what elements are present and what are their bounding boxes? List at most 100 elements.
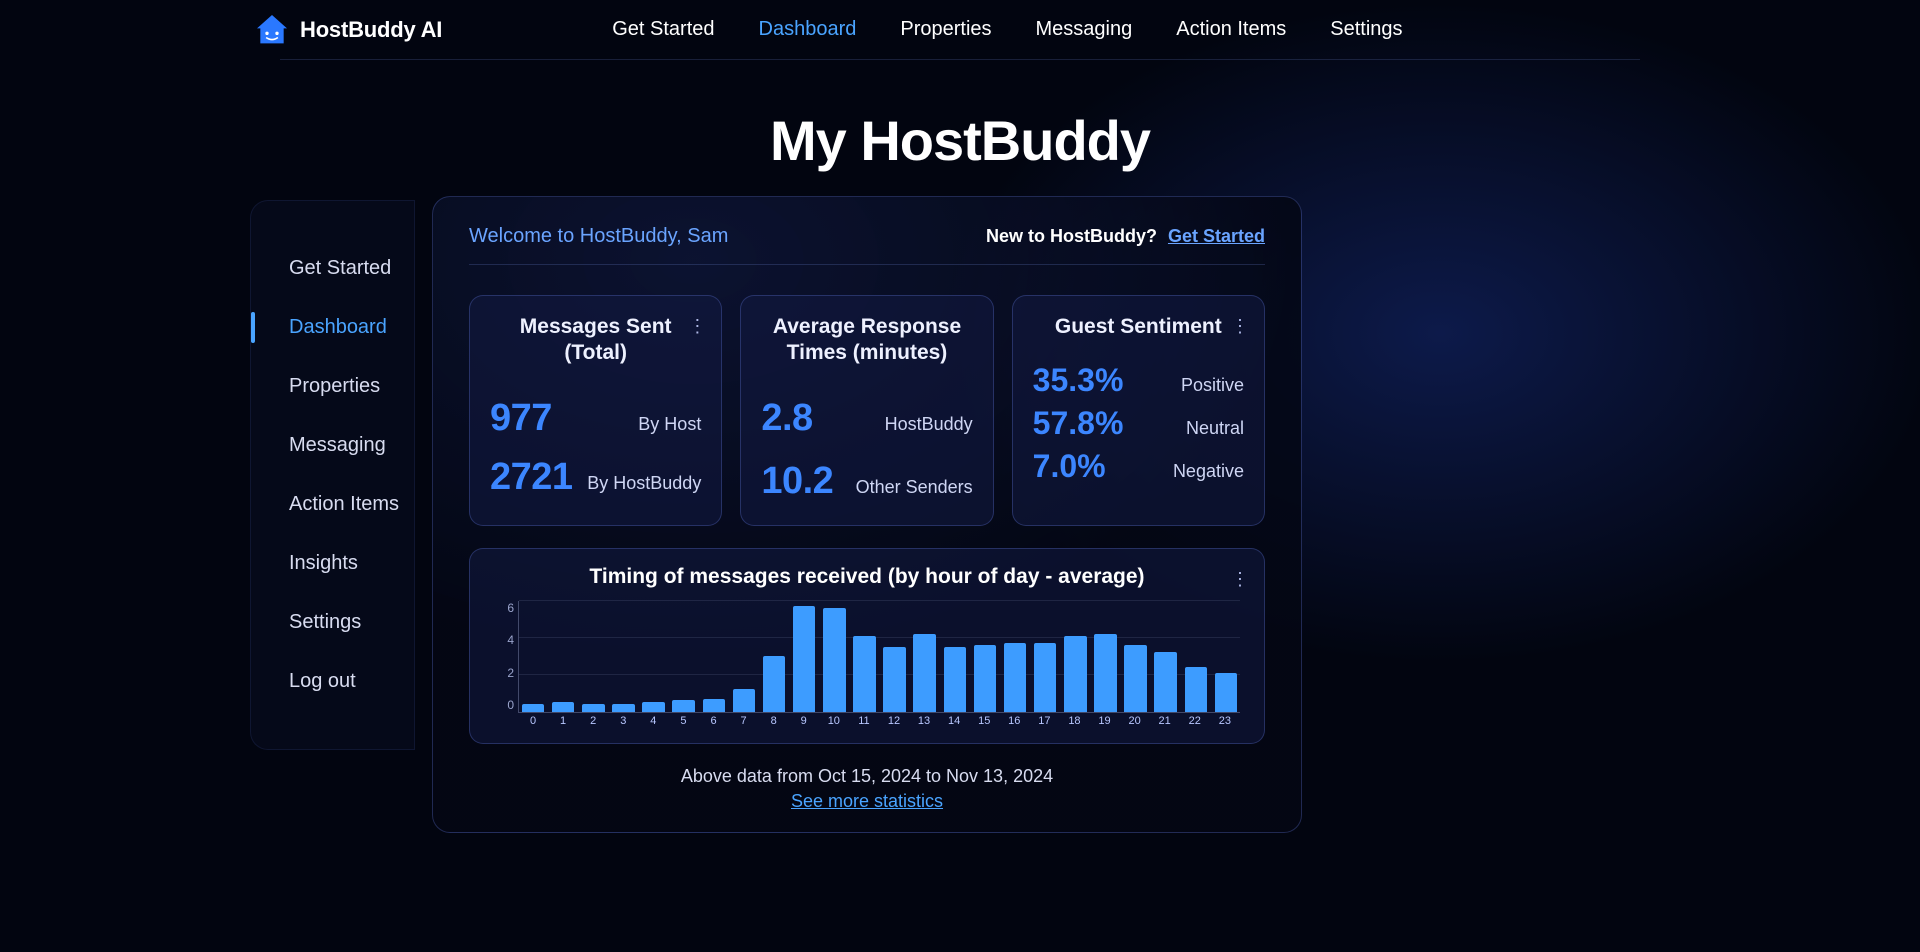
sidebar-item-settings[interactable]: Settings	[251, 593, 414, 652]
topnav-item-get-started[interactable]: Get Started	[612, 18, 714, 41]
x-tick: 3	[608, 715, 638, 731]
x-tick: 4	[638, 715, 668, 731]
bar-col	[911, 601, 939, 712]
card-timing-chart: Timing of messages received (by hour of …	[469, 548, 1265, 744]
stat-line: 35.3%Positive	[1033, 362, 1244, 399]
y-tick: 2	[507, 666, 514, 680]
sidebar: Get StartedDashboardPropertiesMessagingA…	[250, 200, 415, 750]
topbar: HostBuddy AI Get Started Dashboard Propert…	[280, 0, 1640, 60]
bar	[974, 645, 997, 712]
bar	[522, 704, 545, 711]
x-tick: 0	[518, 715, 548, 731]
sidebar-item-messaging[interactable]: Messaging	[251, 416, 414, 475]
x-tick: 8	[759, 715, 789, 731]
stat-value: 2721	[490, 456, 573, 499]
stat-label: HostBuddy	[885, 414, 973, 435]
bar	[823, 608, 846, 712]
bar-col	[549, 601, 577, 712]
card-title: Messages Sent (Total)	[490, 314, 701, 367]
see-more-statistics-link[interactable]: See more statistics	[469, 791, 1265, 812]
welcome-text: Welcome to HostBuddy, Sam	[469, 225, 728, 248]
bar	[552, 702, 575, 711]
sidebar-item-action-items[interactable]: Action Items	[251, 475, 414, 534]
brand-name: HostBuddy AI	[300, 17, 442, 43]
bar	[1064, 636, 1087, 712]
x-tick: 18	[1059, 715, 1089, 731]
bar	[763, 656, 786, 712]
topnav-item-dashboard[interactable]: Dashboard	[759, 18, 857, 41]
stat-label: Negative	[1173, 461, 1244, 482]
bar-col	[640, 601, 668, 712]
card-avg-response: Average Response Times (minutes) 2.8Host…	[740, 295, 993, 526]
y-tick: 0	[507, 698, 514, 712]
bar-col	[1212, 601, 1240, 712]
bar	[733, 689, 756, 711]
stat-label: Positive	[1181, 375, 1244, 396]
x-tick: 1	[548, 715, 578, 731]
bar	[1124, 645, 1147, 712]
x-tick: 10	[819, 715, 849, 731]
x-tick: 12	[879, 715, 909, 731]
x-tick: 17	[1029, 715, 1059, 731]
bar	[642, 702, 665, 711]
bar	[913, 634, 936, 712]
bar	[1185, 667, 1208, 711]
main-panel: Welcome to HostBuddy, Sam New to HostBud…	[432, 196, 1302, 833]
stat-value: 7.0%	[1033, 448, 1106, 485]
topnav: Get Started Dashboard Properties Messaging A…	[612, 18, 1402, 41]
brand-logo[interactable]: HostBuddy AI	[252, 10, 442, 50]
sidebar-item-properties[interactable]: Properties	[251, 357, 414, 416]
get-started-link[interactable]: Get Started	[1168, 226, 1265, 246]
topnav-item-messaging[interactable]: Messaging	[1036, 18, 1133, 41]
x-tick: 15	[969, 715, 999, 731]
x-tick: 14	[939, 715, 969, 731]
stat-label: Neutral	[1186, 418, 1244, 439]
kebab-icon[interactable]: ⋮	[1231, 316, 1250, 337]
x-tick: 6	[698, 715, 728, 731]
bar	[1215, 673, 1238, 712]
stat-line: 10.2 Other Senders	[761, 460, 972, 503]
bar-col	[971, 601, 999, 712]
welcome-row: Welcome to HostBuddy, Sam New to HostBud…	[469, 225, 1265, 265]
bar	[1154, 652, 1177, 711]
sidebar-item-log-out[interactable]: Log out	[251, 652, 414, 711]
sidebar-item-dashboard[interactable]: Dashboard	[251, 298, 414, 357]
bar	[883, 647, 906, 712]
kebab-icon[interactable]: ⋮	[688, 316, 707, 337]
topnav-item-properties[interactable]: Properties	[900, 18, 991, 41]
bar-col	[730, 601, 758, 712]
kebab-icon[interactable]: ⋮	[1231, 569, 1250, 590]
bar	[672, 700, 695, 711]
bar-col	[850, 601, 878, 712]
stat-value: 57.8%	[1033, 405, 1124, 442]
bar-col	[519, 601, 547, 712]
sidebar-item-get-started[interactable]: Get Started	[251, 239, 414, 298]
x-tick: 11	[849, 715, 879, 731]
stat-line: 2.8 HostBuddy	[761, 397, 972, 440]
chart-title: Timing of messages received (by hour of …	[490, 565, 1244, 589]
stat-label: By Host	[638, 414, 701, 435]
y-tick: 6	[507, 601, 514, 615]
bar	[1004, 643, 1027, 711]
chart-area: 6420 01234567891011121314151617181920212…	[490, 601, 1244, 731]
bar	[793, 606, 816, 711]
stat-value: 10.2	[761, 460, 833, 503]
x-tick: 21	[1150, 715, 1180, 731]
x-tick: 2	[578, 715, 608, 731]
stat-label: Other Senders	[856, 477, 973, 498]
stat-value: 2.8	[761, 397, 812, 440]
stat-label: By HostBuddy	[587, 473, 701, 494]
bar-col	[1152, 601, 1180, 712]
stat-value: 977	[490, 397, 552, 440]
bar	[582, 704, 605, 711]
sidebar-item-insights[interactable]: Insights	[251, 534, 414, 593]
y-tick: 4	[507, 633, 514, 647]
topnav-item-action-items[interactable]: Action Items	[1176, 18, 1286, 41]
topnav-item-settings[interactable]: Settings	[1330, 18, 1402, 41]
bar-col	[1061, 601, 1089, 712]
card-guest-sentiment: Guest Sentiment ⋮ 35.3%Positive57.8%Neut…	[1012, 295, 1265, 526]
x-tick: 23	[1210, 715, 1240, 731]
bar-col	[609, 601, 637, 712]
x-tick: 20	[1120, 715, 1150, 731]
bar-col	[790, 601, 818, 712]
